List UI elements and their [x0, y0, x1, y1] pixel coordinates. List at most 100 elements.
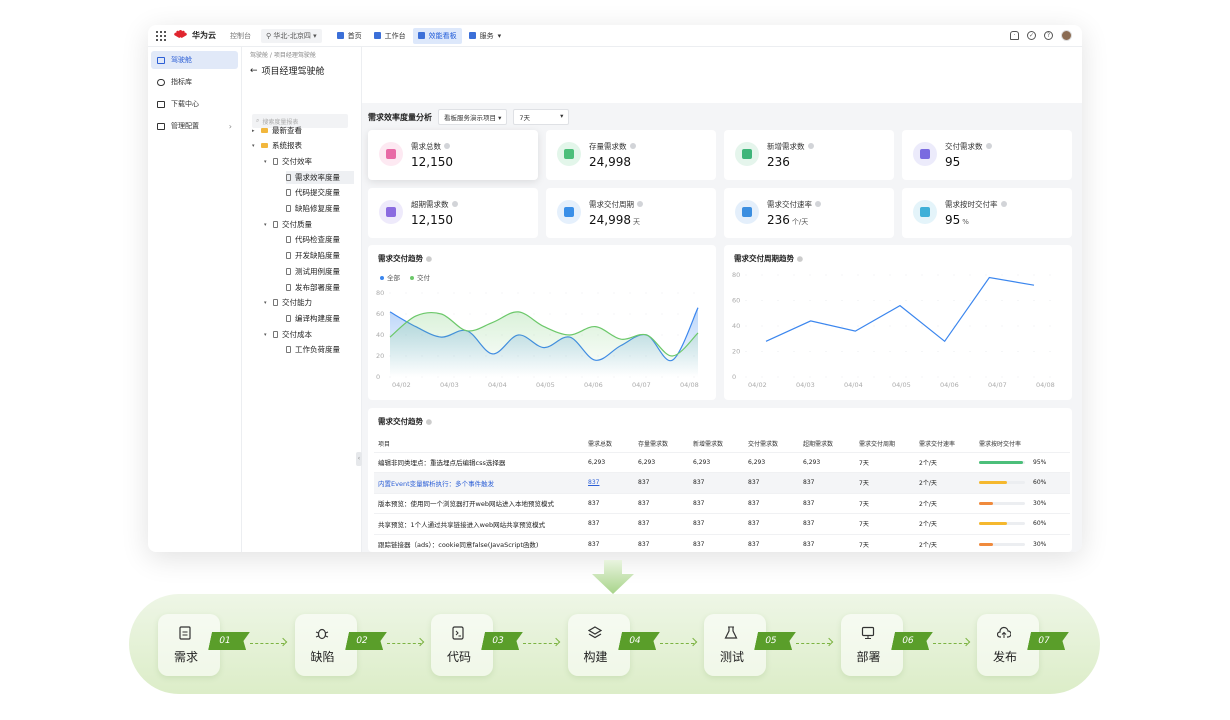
breadcrumb[interactable]: 驾驶舱 / 项目经理驾驶舱: [250, 50, 316, 59]
column-header[interactable]: 需求按时交付率: [975, 436, 1070, 452]
caret-icon[interactable]: ▸: [252, 128, 257, 134]
table-cell[interactable]: 837: [584, 472, 634, 493]
caret-icon[interactable]: ▾: [264, 222, 269, 228]
grid-dot: [809, 376, 811, 378]
project-name[interactable]: 内置Event变量解析执行：多个事件触发: [374, 472, 584, 493]
tree-node[interactable]: 工作负荷度量: [286, 343, 340, 356]
sidebar-item-settings[interactable]: 管理配置 ›: [151, 117, 238, 135]
grid-dot: [613, 292, 615, 294]
stage-label: 构建: [583, 650, 608, 664]
tree-node[interactable]: ▾ 交付成本: [264, 328, 312, 341]
info-icon[interactable]: [451, 201, 458, 207]
info-icon[interactable]: [444, 143, 450, 149]
tree-node[interactable]: ▾ 交付效率: [264, 155, 312, 168]
info-icon[interactable]: [807, 143, 814, 149]
stage-connector-arrow: [386, 637, 424, 647]
tree-node[interactable]: 代码检查度量: [286, 233, 340, 246]
pipeline-stage-6[interactable]: 部署 06: [840, 614, 927, 676]
pipeline-stage-5[interactable]: 测试 05: [704, 614, 790, 676]
days-select[interactable]: 7天 ▾: [513, 109, 570, 125]
pipeline-stage-4[interactable]: 构建 04: [567, 614, 654, 676]
kpi-card[interactable]: 交付需求数 95: [902, 130, 1072, 180]
tree-node-label: 交付能力: [282, 298, 312, 307]
kpi-value: 24,998 天: [589, 213, 640, 227]
table-row[interactable]: 跟踪链接器（ads）：cookie同意false(JavaScript函数) 83…: [374, 533, 1070, 552]
tree-node[interactable]: 需求效率度量: [286, 171, 354, 184]
sidebar-item-download-center[interactable]: 下载中心: [151, 95, 238, 113]
tree-node[interactable]: 测试用例度量: [286, 265, 340, 278]
avatar[interactable]: [1061, 30, 1072, 41]
x-tick-label: 04/03: [440, 381, 459, 389]
app-grid-icon[interactable]: [156, 30, 166, 41]
nav-services[interactable]: 服务 ▾: [464, 28, 507, 44]
tree-node[interactable]: ▸ 最新查看: [252, 124, 302, 137]
grid-dot: [873, 300, 875, 301]
tree-node[interactable]: ▾ 系统报表: [252, 139, 302, 152]
info-icon[interactable]: [637, 201, 643, 207]
column-header[interactable]: 需求总数: [584, 436, 634, 452]
kpi-card[interactable]: 需求交付周期 24,998 天: [546, 188, 716, 238]
grid-dot: [873, 376, 875, 378]
sidebar-item-cockpit[interactable]: 驾驶舱: [151, 51, 238, 69]
grid-dot: [677, 313, 679, 315]
kpi-card[interactable]: 需求按时交付率 95%: [902, 188, 1072, 238]
project-link[interactable]: 内置Event变量解析执行：多个事件触发: [378, 480, 494, 488]
column-header[interactable]: 项目: [374, 436, 584, 452]
tree-node-label: 发布部署度量: [295, 283, 340, 292]
column-header[interactable]: 超期需求数: [799, 436, 855, 452]
column-header[interactable]: 需求交付周期: [855, 436, 915, 452]
code-file-icon: [452, 626, 464, 640]
info-icon[interactable]: [629, 143, 636, 149]
grid-dot: [793, 325, 795, 327]
tree-node[interactable]: 缺陷修复度量: [286, 202, 340, 215]
tree-node[interactable]: ▾ 交付质量: [264, 218, 312, 231]
tree-node[interactable]: ▾ 交付能力: [264, 296, 312, 309]
tree-node[interactable]: 编译构建度量: [286, 312, 340, 325]
region-select[interactable]: ⚲ 华北-北京四 ▾: [261, 28, 322, 43]
caret-icon[interactable]: ▾: [264, 300, 269, 306]
tree-node[interactable]: 发布部署度量: [286, 281, 340, 294]
tree-node[interactable]: 开发缺陷度量: [286, 249, 340, 262]
kpi-card[interactable]: 需求交付速率 236 个/天: [724, 188, 894, 238]
nav-workbench[interactable]: 工作台: [369, 28, 411, 44]
kpi-card[interactable]: 存量需求数 24,998: [546, 130, 716, 180]
table-row[interactable]: 内置Event变量解析执行：多个事件触发 837 837 837 837 837 7天 2个/…: [374, 472, 1070, 493]
pipeline-stage-1[interactable]: 需求 01: [158, 614, 244, 676]
column-header[interactable]: 存量需求数: [634, 436, 689, 452]
caret-icon[interactable]: ▾: [264, 332, 269, 338]
grid-dot: [1049, 300, 1051, 301]
kpi-card[interactable]: 新增需求数 236: [724, 130, 894, 180]
bell-icon[interactable]: ·: [1010, 31, 1019, 40]
stage-connector-arrow: [659, 637, 697, 647]
info-icon[interactable]: [985, 143, 992, 149]
info-icon[interactable]: [815, 201, 821, 207]
pipeline-stage-7[interactable]: 发布 07: [977, 614, 1063, 676]
caret-icon[interactable]: ▾: [264, 159, 269, 165]
caret-icon[interactable]: ▾: [252, 143, 257, 149]
nav-home[interactable]: 首页: [332, 28, 367, 44]
analysis-header: 需求效率度量分析 看板服务演示项目 ▾ 7天 ▾: [368, 109, 570, 125]
info-icon[interactable]: [1000, 201, 1007, 207]
back-arrow-icon[interactable]: ←: [250, 66, 258, 76]
nav-dashboard[interactable]: 效能看板: [412, 27, 462, 44]
project-select[interactable]: 看板服务演示项目 ▾: [438, 109, 508, 125]
pipeline-stage-3[interactable]: 代码 03: [431, 614, 517, 676]
down-arrow-icon: [592, 560, 634, 594]
table-row[interactable]: 版本预览：使用同一个浏览器打开web网站进入本地预览模式 837 837 837 837…: [374, 492, 1070, 514]
kpi-card[interactable]: 需求总数 12,150: [368, 130, 538, 180]
stage-number-badge: 06: [891, 632, 933, 650]
column-header[interactable]: 需求交付速率: [915, 436, 975, 452]
column-header[interactable]: 新增需求数: [689, 436, 744, 452]
table-row[interactable]: 共享预览：1个人通过共享链接进入web网站共享预览模式 837 837 837 837 8…: [374, 513, 1070, 534]
pipeline-stage-2[interactable]: 缺陷 02: [294, 614, 381, 676]
sidebar-item-metrics-library[interactable]: 指标库: [151, 73, 238, 91]
grid-dot: [777, 376, 779, 378]
console-link[interactable]: 控制台: [230, 31, 251, 41]
table-row[interactable]: 编辑非同类埋点：重选埋点后编辑css选择器 6,293 6,293 6,293 6,29…: [374, 451, 1070, 473]
tree-node[interactable]: 代码提交度量: [286, 186, 340, 199]
column-header[interactable]: 交付需求数: [744, 436, 799, 452]
check-icon[interactable]: ✓: [1027, 31, 1036, 40]
kpi-card[interactable]: 超期需求数 12,150: [368, 188, 538, 238]
help-icon[interactable]: ?: [1044, 31, 1053, 40]
collapse-panel-handle[interactable]: ‹: [356, 452, 362, 466]
